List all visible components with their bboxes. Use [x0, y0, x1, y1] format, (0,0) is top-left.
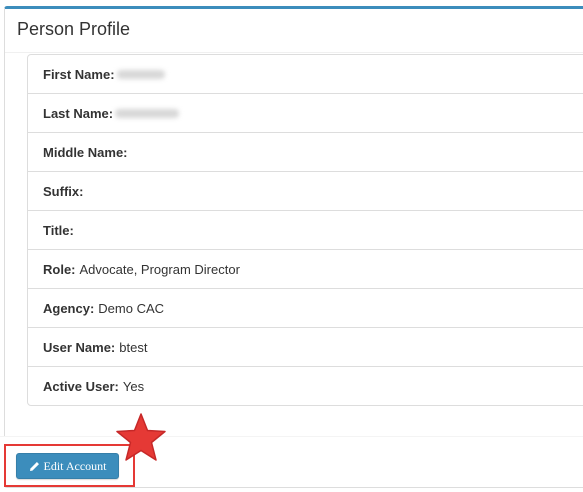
- list-item-first-name: First Name:: [28, 55, 583, 94]
- field-label: Title:: [43, 222, 74, 238]
- list-item-agency: Agency: Demo CAC: [28, 289, 583, 328]
- field-value: Demo CAC: [98, 300, 165, 316]
- field-label: Suffix:: [43, 183, 84, 199]
- field-label: Last Name:: [43, 105, 114, 121]
- list-item-middle-name: Middle Name:: [28, 133, 583, 172]
- field-value: Advocate, Program Director: [79, 261, 240, 277]
- list-item-title: Title:: [28, 211, 583, 250]
- panel-title: Person Profile: [17, 19, 131, 39]
- list-item-active-user: Active User: Yes: [28, 367, 583, 405]
- field-value: btest: [119, 339, 148, 355]
- field-value: Yes: [122, 378, 145, 394]
- edit-account-button[interactable]: Edit Account: [16, 453, 119, 479]
- list-item-role: Role: Advocate, Program Director: [28, 250, 583, 289]
- field-label: Active User:: [43, 378, 119, 394]
- field-label: User Name:: [43, 339, 116, 355]
- field-label: Role:: [43, 261, 76, 277]
- edit-account-label: Edit Account: [43, 458, 107, 473]
- panel-heading: Person Profile: [5, 9, 583, 53]
- star-icon: [116, 413, 166, 461]
- list-item-last-name: Last Name:: [28, 94, 583, 133]
- list-item-suffix: Suffix:: [28, 172, 583, 211]
- field-label: Agency:: [43, 300, 95, 316]
- pencil-icon: [29, 461, 39, 471]
- field-label: Middle Name:: [43, 144, 128, 160]
- profile-details-list: First Name: Last Name: Middle Name: Suff…: [27, 54, 583, 406]
- redacted-value: [116, 69, 165, 79]
- list-item-user-name: User Name: btest: [28, 328, 583, 367]
- field-label: First Name:: [43, 66, 115, 82]
- redacted-value: [115, 108, 180, 118]
